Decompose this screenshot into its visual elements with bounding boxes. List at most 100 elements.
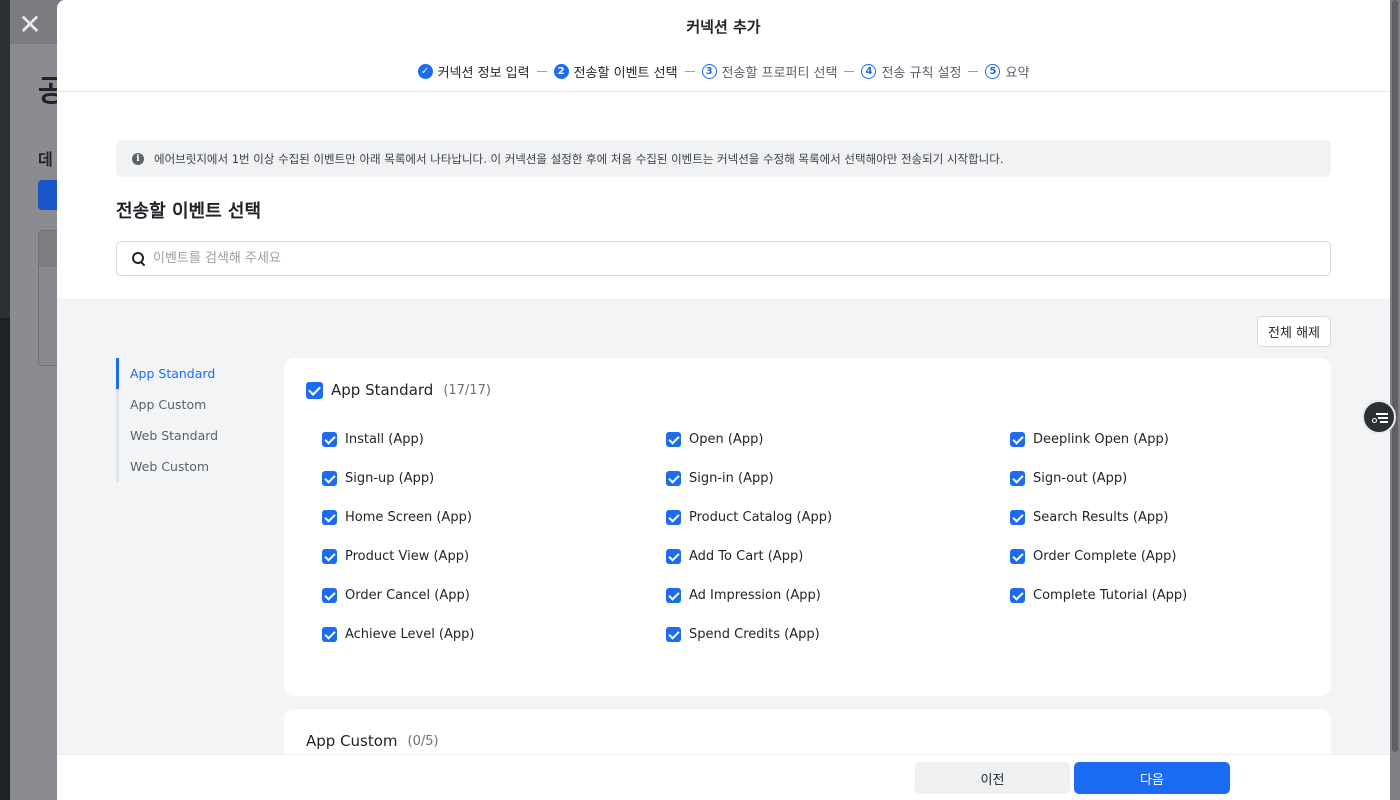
- next-button[interactable]: 다음: [1074, 762, 1230, 794]
- event-checkbox[interactable]: [322, 510, 337, 525]
- event-item[interactable]: Spend Credits (App): [666, 626, 1010, 643]
- search-box: [116, 241, 1331, 276]
- check-circle-icon: ✓: [417, 64, 433, 79]
- group-count: (0/5): [407, 733, 439, 749]
- event-item[interactable]: Home Screen (App): [322, 509, 666, 526]
- modal-header: 커넥션 추가 ✓ 커넥션 정보 입력 2 전송할 이벤트 선택 3 전송할 프로퍼티 선택…: [57, 0, 1390, 92]
- step-separator: [684, 71, 695, 72]
- event-group-card: App Standard (17/17) Install (App) Open (…: [284, 358, 1331, 696]
- event-item[interactable]: Ad Impression (App): [666, 587, 1010, 604]
- event-group-card: App Custom (0/5): [284, 709, 1331, 754]
- notice-text: 에어브릿지에서 1번 이상 수집된 이벤트만 아래 목록에서 나타납니다. 이 …: [154, 151, 1004, 166]
- event-item[interactable]: Order Complete (App): [1010, 548, 1322, 565]
- group-header: App Standard (17/17): [306, 381, 491, 399]
- event-checkbox[interactable]: [322, 549, 337, 564]
- event-label: Sign-in (App): [689, 471, 774, 486]
- group-checkbox[interactable]: [306, 381, 323, 399]
- event-label: Install (App): [345, 432, 424, 447]
- event-item[interactable]: Product Catalog (App): [666, 509, 1010, 526]
- event-item[interactable]: Install (App): [322, 431, 666, 448]
- event-checkbox[interactable]: [1010, 588, 1025, 603]
- step-4: 4 전송 규칙 설정: [861, 62, 961, 81]
- modal-title: 커넥션 추가: [686, 18, 761, 36]
- event-item[interactable]: Sign-out (App): [1010, 470, 1322, 487]
- category-item[interactable]: Web Custom: [119, 451, 266, 482]
- event-label: Sign-up (App): [345, 471, 435, 486]
- right-edge: [1390, 0, 1400, 800]
- event-checkbox[interactable]: [322, 588, 337, 603]
- step-1: ✓ 커넥션 정보 입력: [417, 62, 530, 81]
- event-checkbox[interactable]: [1010, 510, 1025, 525]
- event-list: Install (App) Open (App) Deeplink Open (Ap…: [322, 431, 1322, 643]
- floating-filter-button[interactable]: [1362, 400, 1396, 434]
- event-label: Home Screen (App): [345, 510, 472, 525]
- event-checkbox[interactable]: [1010, 471, 1025, 486]
- add-connection-modal: 커넥션 추가 ✓ 커넥션 정보 입력 2 전송할 이벤트 선택 3 전송할 프로퍼티 선택…: [57, 0, 1390, 800]
- event-item[interactable]: Sign-in (App): [666, 470, 1010, 487]
- info-notice: i 에어브릿지에서 1번 이상 수집된 이벤트만 아래 목록에서 나타납니다. …: [116, 140, 1331, 177]
- section-title: 전송할 이벤트 선택: [116, 201, 262, 222]
- filter-icon: [1372, 411, 1388, 425]
- event-label: Order Cancel (App): [345, 588, 470, 603]
- step-separator: [844, 71, 855, 72]
- group-count: (17/17): [443, 382, 491, 398]
- group-header: App Custom (0/5): [306, 732, 439, 750]
- step-number: 4: [861, 64, 877, 79]
- step-2: 2 전송할 이벤트 선택: [553, 62, 678, 81]
- modal-footer: 이전 다음: [57, 754, 1390, 800]
- category-item[interactable]: App Standard: [116, 358, 266, 389]
- event-checkbox[interactable]: [322, 471, 337, 486]
- event-item[interactable]: Sign-up (App): [322, 470, 666, 487]
- step-number: 3: [701, 64, 717, 79]
- event-item[interactable]: Product View (App): [322, 548, 666, 565]
- category-item[interactable]: App Custom: [119, 389, 266, 420]
- prev-button[interactable]: 이전: [915, 762, 1070, 794]
- event-item[interactable]: Order Cancel (App): [322, 587, 666, 604]
- event-checkbox[interactable]: [322, 627, 337, 642]
- step-label: 커넥션 정보 입력: [437, 66, 530, 81]
- event-selection-area: 전체 해제 App Standard App Custom Web Standard…: [57, 299, 1390, 754]
- event-label: Search Results (App): [1033, 510, 1169, 525]
- group-title: App Standard: [331, 381, 434, 399]
- event-checkbox[interactable]: [666, 510, 681, 525]
- modal-body: i 에어브릿지에서 1번 이상 수집된 이벤트만 아래 목록에서 나타납니다. …: [57, 93, 1390, 754]
- event-label: Achieve Level (App): [345, 627, 475, 642]
- event-item[interactable]: Add To Cart (App): [666, 548, 1010, 565]
- step-number: 2: [553, 64, 569, 79]
- event-checkbox[interactable]: [666, 627, 681, 642]
- event-checkbox[interactable]: [666, 588, 681, 603]
- step-separator: [536, 71, 547, 72]
- event-label: Ad Impression (App): [689, 588, 821, 603]
- search-icon: [131, 251, 147, 267]
- scrollbar[interactable]: [1392, 0, 1398, 752]
- clear-all-button[interactable]: 전체 해제: [1257, 316, 1331, 347]
- step-label: 요약: [1005, 66, 1030, 81]
- event-label: Order Complete (App): [1033, 549, 1177, 564]
- event-label: Add To Cart (App): [689, 549, 804, 564]
- event-label: Open (App): [689, 432, 764, 447]
- event-checkbox[interactable]: [1010, 549, 1025, 564]
- event-item[interactable]: Complete Tutorial (App): [1010, 587, 1322, 604]
- event-item[interactable]: Achieve Level (App): [322, 626, 666, 643]
- step-label: 전송할 프로퍼티 선택: [721, 66, 838, 81]
- event-checkbox[interactable]: [1010, 432, 1025, 447]
- category-nav: App Standard App Custom Web Standard Web Cu…: [116, 358, 266, 482]
- background-page-subtitle: 데: [38, 150, 53, 169]
- event-item[interactable]: Open (App): [666, 431, 1010, 448]
- event-label: Product Catalog (App): [689, 510, 833, 525]
- event-checkbox[interactable]: [666, 549, 681, 564]
- search-input[interactable]: [153, 251, 1303, 266]
- info-icon: i: [132, 152, 144, 165]
- event-checkbox[interactable]: [666, 471, 681, 486]
- step-3: 3 전송할 프로퍼티 선택: [701, 62, 838, 81]
- category-item[interactable]: Web Standard: [119, 420, 266, 451]
- event-checkbox[interactable]: [322, 432, 337, 447]
- group-title: App Custom: [306, 732, 398, 750]
- step-label: 전송할 이벤트 선택: [573, 66, 678, 81]
- event-label: Spend Credits (App): [689, 627, 820, 642]
- event-item[interactable]: Deeplink Open (App): [1010, 431, 1322, 448]
- step-number: 5: [985, 64, 1001, 79]
- close-icon[interactable]: ✕: [17, 11, 43, 39]
- event-checkbox[interactable]: [666, 432, 681, 447]
- event-item[interactable]: Search Results (App): [1010, 509, 1322, 526]
